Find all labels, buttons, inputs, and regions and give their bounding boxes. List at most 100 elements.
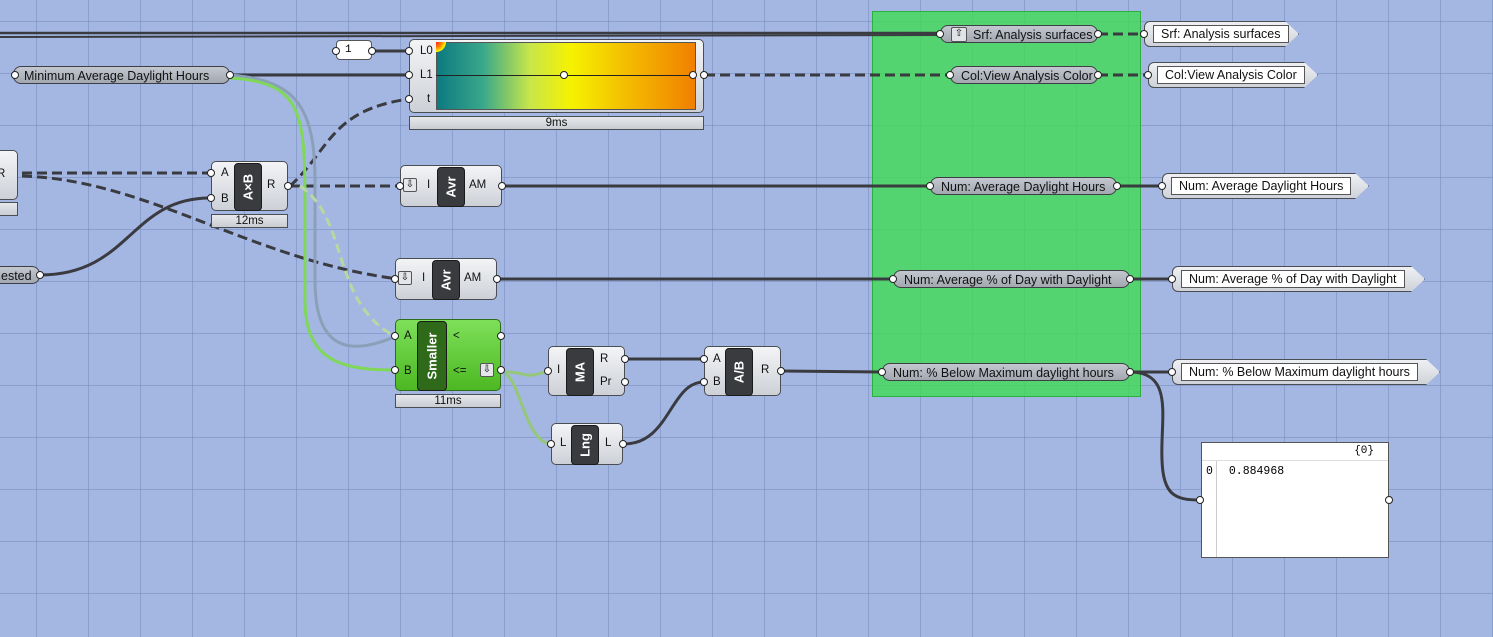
port-l-out[interactable]: L [605, 437, 611, 449]
port-dot[interactable] [621, 378, 629, 386]
port-r[interactable]: R [0, 168, 5, 180]
port-a[interactable]: A [404, 330, 412, 342]
port-t[interactable]: t [427, 93, 430, 105]
grasshopper-canvas[interactable]: ⇧ Srf: Analysis surfaces Srf: Analysis su… [0, 0, 1493, 637]
port-a[interactable]: A [221, 167, 229, 179]
grip-handle[interactable] [560, 71, 568, 79]
port-dot[interactable] [1140, 30, 1148, 38]
num-below-max-output[interactable]: Num: % Below Maximum daylight hours [1172, 359, 1440, 385]
port-r[interactable]: R [600, 353, 608, 365]
port-dot[interactable] [621, 355, 629, 363]
port-dot[interactable] [619, 440, 627, 448]
port-dot[interactable] [700, 378, 708, 386]
port-am[interactable]: AM [464, 272, 481, 284]
port-dot[interactable] [391, 332, 399, 340]
port-r[interactable]: R [267, 179, 275, 191]
smaller-time: 11ms [395, 394, 501, 408]
port-dot[interactable] [498, 182, 506, 190]
port-dot[interactable] [700, 355, 708, 363]
panel-row-value: 0.884968 [1228, 465, 1285, 478]
port-am[interactable]: AM [469, 179, 486, 191]
port-dot[interactable] [497, 366, 505, 374]
port-dot[interactable] [284, 182, 292, 190]
nested-param[interactable]: ested [0, 266, 40, 284]
port-dot[interactable] [368, 47, 376, 55]
length-label: Lng [571, 425, 599, 465]
port-dot[interactable] [226, 71, 234, 79]
port-dot[interactable] [1126, 368, 1134, 376]
num-below-max-param[interactable]: Num: % Below Maximum daylight hours [882, 363, 1130, 381]
port-l-in[interactable]: L [560, 437, 566, 449]
port-dot[interactable] [1158, 182, 1166, 190]
port-i[interactable]: I [422, 272, 425, 284]
col-view-param[interactable]: Col:View Analysis Color [950, 66, 1098, 84]
left-param[interactable]: R [0, 150, 18, 200]
port-dot[interactable] [777, 367, 785, 375]
port-b[interactable]: B [713, 376, 721, 388]
multiply-label: A×B [234, 163, 262, 211]
arrow-down-icon[interactable]: ⇩ [480, 363, 494, 377]
port-dot[interactable] [936, 30, 944, 38]
num-avg-daylight-param[interactable]: Num: Average Daylight Hours [930, 177, 1117, 195]
srf-analysis-param[interactable]: ⇧ Srf: Analysis surfaces [940, 25, 1098, 43]
port-dot[interactable] [391, 366, 399, 374]
port-dot[interactable] [391, 275, 399, 283]
grip-handle[interactable] [689, 71, 697, 79]
num-avg-pct-param[interactable]: Num: Average % of Day with Daylight [893, 270, 1130, 288]
port-b[interactable]: B [404, 365, 412, 377]
wire-dashed [288, 97, 410, 188]
port-le[interactable]: <= [453, 365, 466, 377]
port-dot[interactable] [946, 71, 954, 79]
average-label-2: Avr [432, 260, 460, 300]
port-dot[interactable] [405, 47, 413, 55]
port-dot[interactable] [497, 332, 505, 340]
num-avg-pct-output[interactable]: Num: Average % of Day with Daylight [1172, 266, 1425, 292]
arrow-down-icon[interactable]: ⇩ [403, 178, 417, 192]
port-dot[interactable] [878, 368, 886, 376]
num-avg-daylight-output[interactable]: Num: Average Daylight Hours [1162, 173, 1369, 199]
number-input[interactable]: 1 [336, 40, 372, 60]
port-dot[interactable] [926, 182, 934, 190]
port-dot[interactable] [1144, 71, 1152, 79]
port-i[interactable]: I [427, 179, 430, 191]
port-dot[interactable] [547, 440, 555, 448]
port-dot[interactable] [1113, 182, 1121, 190]
port-lt[interactable]: < [453, 330, 460, 342]
smaller-component[interactable]: A B < <= [395, 319, 501, 391]
port-dot[interactable] [1126, 275, 1134, 283]
min-avg-daylight-param[interactable]: Minimum Average Daylight Hours [13, 66, 230, 84]
port-dot[interactable] [1385, 496, 1393, 504]
port-dot[interactable] [405, 71, 413, 79]
wire [1129, 370, 1201, 502]
port-dot[interactable] [396, 182, 404, 190]
port-dot[interactable] [207, 169, 215, 177]
port-l1[interactable]: L1 [420, 69, 433, 81]
port-r[interactable]: R [761, 364, 769, 376]
port-dot[interactable] [11, 71, 19, 79]
port-dot[interactable] [889, 275, 897, 283]
port-pr[interactable]: Pr [600, 376, 612, 388]
port-dot[interactable] [332, 47, 340, 55]
port-b[interactable]: B [221, 193, 229, 205]
port-dot[interactable] [1168, 275, 1176, 283]
arrow-up-icon: ⇧ [951, 27, 967, 43]
port-i[interactable]: I [557, 364, 560, 376]
port-dot[interactable] [700, 71, 708, 79]
port-dot[interactable] [1196, 496, 1204, 504]
srf-analysis-output[interactable]: Srf: Analysis surfaces [1144, 21, 1299, 47]
col-view-output[interactable]: Col:View Analysis Color [1148, 62, 1318, 88]
wire [39, 196, 211, 277]
port-dot[interactable] [36, 271, 44, 279]
port-dot[interactable] [1094, 30, 1102, 38]
port-dot[interactable] [1168, 368, 1176, 376]
port-a[interactable]: A [713, 353, 721, 365]
port-dot[interactable] [544, 367, 552, 375]
wire-green-out [504, 369, 549, 377]
port-dot[interactable] [207, 194, 215, 202]
port-dot[interactable] [493, 275, 501, 283]
port-dot[interactable] [405, 95, 413, 103]
panel[interactable]: {0} 0 0.884968 [1201, 442, 1389, 558]
port-dot[interactable] [1094, 71, 1102, 79]
port-l0[interactable]: L0 [420, 45, 433, 57]
arrow-down-icon[interactable]: ⇩ [398, 271, 412, 285]
